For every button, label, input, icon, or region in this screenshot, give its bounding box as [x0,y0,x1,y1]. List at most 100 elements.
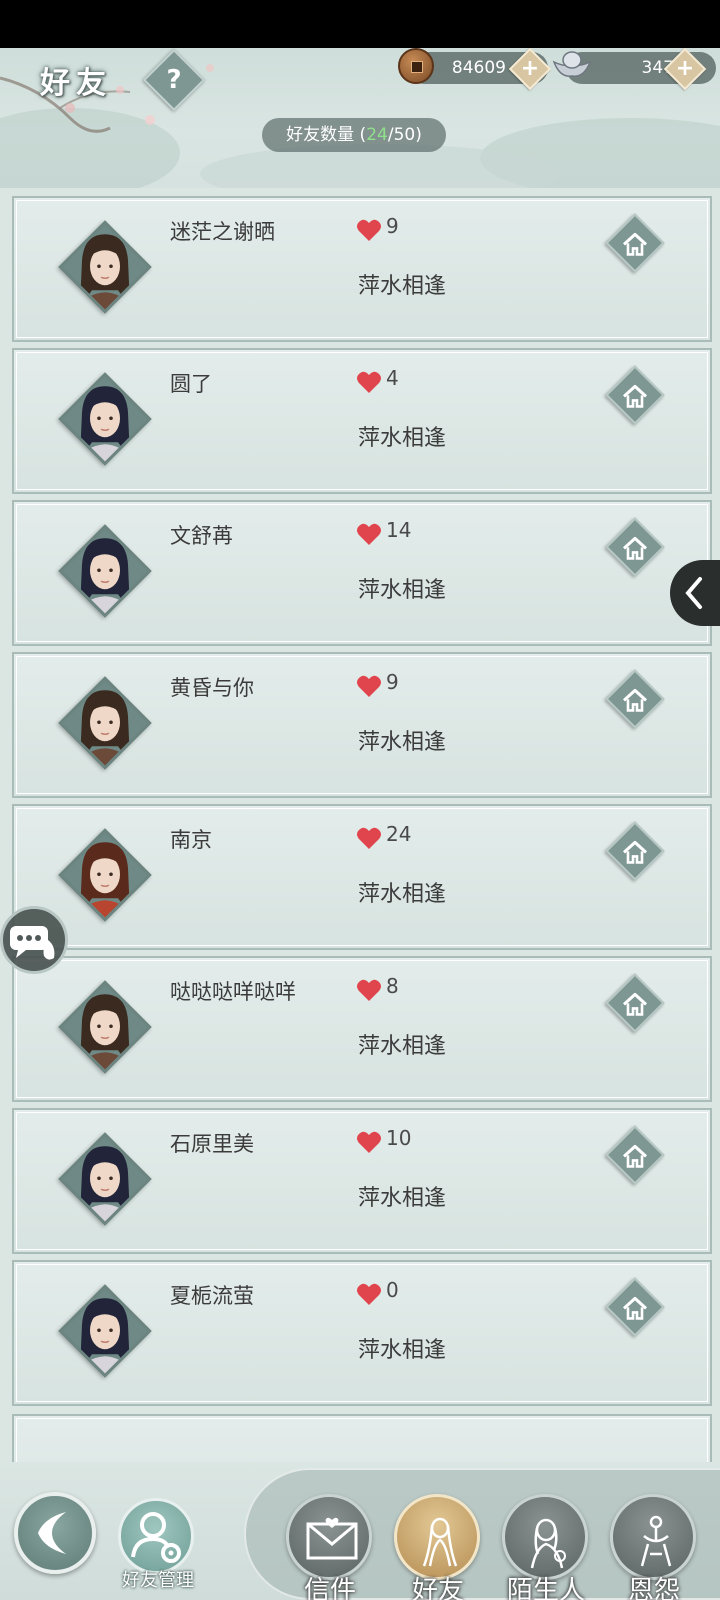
letter-icon [306,1517,358,1560]
friend-relation: 萍水相逢 [358,1186,447,1211]
portrait-icon [58,524,152,618]
copper-amount: 84609 [451,58,506,78]
grudge-icon [640,1515,672,1567]
home-icon [622,1144,648,1168]
friend-avatar[interactable] [58,1132,152,1226]
portrait-icon [58,676,152,770]
tab-grudge[interactable] [610,1494,696,1580]
friend-relation: 萍水相逢 [358,274,447,299]
friend-intimacy-count: 4 [386,366,399,390]
heart-icon [357,1131,381,1153]
friend-avatar[interactable] [58,980,152,1074]
back-button[interactable] [14,1492,96,1574]
tab-label: 信件 [303,1576,356,1600]
home-icon [622,232,648,256]
friend-row[interactable]: 黄昏与你 9 萍水相逢 [12,652,712,798]
question-mark-icon: ? [166,65,182,95]
friend-name: 圆了 [170,372,212,396]
friend-avatar[interactable] [58,828,152,922]
friend-avatar[interactable] [58,220,152,314]
friend-manage-button[interactable] [118,1498,194,1574]
friend-count-badge: 好友数量 (24/50) [262,118,446,152]
friend-row[interactable]: 哒哒哒咩哒咩 8 萍水相逢 [12,956,712,1102]
visit-home-button[interactable] [605,669,665,729]
copper-coin-icon [398,48,434,84]
tab-friend[interactable] [394,1494,480,1580]
friend-row[interactable]: 南京 24 萍水相逢 [12,804,712,950]
friend-row-partial-bottom [12,1414,712,1462]
friend-row[interactable]: 文舒苒 14 萍水相逢 [12,500,712,646]
friend-relation: 萍水相逢 [358,1338,447,1363]
friend-name: 哒哒哒咩哒咩 [170,980,296,1004]
tab-label: 陌生人 [506,1576,585,1600]
friend-intimacy-count: 24 [386,822,412,846]
friend-avatar[interactable] [58,372,152,466]
header: 好友 ? 84609 + 347 + 好友数量 (24/50) [0,48,720,188]
tab-stranger[interactable] [502,1494,588,1580]
friend-avatar[interactable] [58,1284,152,1378]
friend-count-max: /50) [387,125,422,145]
plum-branch-decoration [0,64,214,133]
home-icon [622,992,648,1016]
friend-relation: 萍水相逢 [358,578,447,603]
friend-row[interactable]: 圆了 4 萍水相逢 [12,348,712,494]
heart-icon [357,1283,381,1305]
friend-intimacy-count: 9 [386,670,399,694]
portrait-icon [58,1284,152,1378]
stranger-icon [530,1518,566,1569]
visit-home-button[interactable] [605,1125,665,1185]
home-icon [622,536,648,560]
heart-icon [357,523,381,545]
visit-home-button[interactable] [605,1277,665,1337]
friend-row[interactable]: 迷茫之谢晒 9 萍水相逢 [12,196,712,342]
friend-avatar[interactable] [58,524,152,618]
friend-intimacy-count: 8 [386,974,399,998]
visit-home-button[interactable] [605,213,665,273]
visit-home-button[interactable] [605,973,665,1033]
friend-row[interactable]: 夏栀流萤 0 萍水相逢 [12,1260,712,1406]
tab-letter[interactable] [286,1494,372,1580]
page-title: 好友 [40,66,112,101]
portrait-icon [58,980,152,1074]
friend-relation: 萍水相逢 [358,730,447,755]
home-icon [622,384,648,408]
tab-label: 恩怨 [627,1576,680,1600]
person-gear-icon [131,1512,181,1563]
portrait-icon [58,828,152,922]
friend-count-label: 好友数量 ( [286,125,367,145]
friend-name: 黄昏与你 [170,676,254,700]
visit-home-button[interactable] [605,821,665,881]
friend-name: 南京 [170,828,212,852]
status-bar [0,0,720,48]
friend-name: 迷茫之谢晒 [170,220,275,244]
plus-icon: + [675,56,695,81]
friend-avatar[interactable] [58,676,152,770]
friend-icon [422,1517,458,1567]
friend-relation: 萍水相逢 [358,426,447,451]
friend-list[interactable]: 迷茫之谢晒 9 萍水相逢 圆了 4 萍水相逢 文舒苒 14 萍水相逢 黄昏与你 … [0,188,720,1462]
friend-count-current: 24 [366,125,388,145]
portrait-icon [58,220,152,314]
portrait-icon [58,1132,152,1226]
chat-bubble-icon [10,926,55,960]
heart-icon [357,371,381,393]
home-icon [622,1296,648,1320]
friend-intimacy-count: 0 [386,1278,399,1302]
friend-relation: 萍水相逢 [358,1034,447,1059]
silver-ingot-icon [552,51,592,77]
visit-home-button[interactable] [605,517,665,577]
tab-label: 好友 [411,1576,464,1600]
friend-name: 文舒苒 [170,524,233,548]
bottom-bar: 好友管理 信件 好友 陌生人 恩怨 [0,1462,720,1600]
friend-manage-label: 好友管理 [122,1570,194,1591]
heart-icon [357,675,381,697]
visit-home-button[interactable] [605,365,665,425]
back-arrow-icon [38,1512,66,1554]
friend-name: 夏栀流萤 [170,1284,254,1308]
chevron-left-icon [685,577,702,609]
floating-chat-button[interactable] [0,906,68,974]
friend-name: 石原里美 [170,1132,254,1156]
friend-row[interactable]: 石原里美 10 萍水相逢 [12,1108,712,1254]
home-icon [622,840,648,864]
heart-icon [357,979,381,1001]
